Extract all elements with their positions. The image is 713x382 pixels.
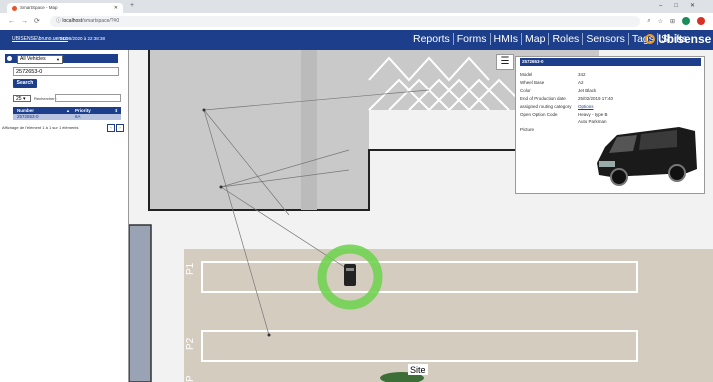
parking-label-p3: P	[185, 375, 196, 382]
menu-forms[interactable]: Forms	[452, 33, 490, 45]
table-header: Number ▲ Priority ⇕	[13, 107, 121, 114]
search-button[interactable]: Search	[13, 79, 37, 88]
app-header: UBISENSE\bruno.uemco 31/08/2020 à 22:38:…	[0, 30, 713, 50]
ubisense-logo-icon	[645, 34, 655, 44]
field-label: Model	[520, 72, 533, 77]
field-value: 25/02/2019 17:40	[578, 96, 614, 101]
page-size-value: 25	[16, 96, 22, 102]
url-host: localhost	[62, 18, 83, 24]
vehicle-type-value: All Vehicles	[20, 56, 46, 62]
table-row[interactable]: 2572653-0 6A	[13, 114, 121, 120]
vehicle-type-select[interactable]: All Vehicles ▼	[17, 55, 63, 64]
browser-tab-bar: SmartSpace - Map ✕ + –□✕	[0, 0, 713, 13]
site-favicon-icon	[12, 6, 17, 11]
browser-tab[interactable]: SmartSpace - Map ✕	[7, 3, 123, 13]
menu-roles[interactable]: Roles	[548, 33, 582, 45]
field-label: End of Production date	[520, 96, 566, 101]
vehicle-info-popup: 2572653-0 Model 342 Wheel Base A2 Color …	[515, 56, 705, 194]
site-label: Site	[410, 365, 426, 375]
chevron-down-icon: ▼	[56, 57, 60, 62]
brand-logo: Ubisense	[645, 32, 711, 46]
window-controls[interactable]: –□✕	[659, 2, 707, 9]
prev-page-button[interactable]: ‹	[107, 124, 115, 132]
menu-map[interactable]: Map	[521, 33, 548, 45]
column-priority[interactable]: Priority	[75, 107, 91, 114]
pagination: ‹ ›	[107, 124, 124, 132]
vehicle-type-bar: All Vehicles ▼	[5, 54, 118, 64]
zoom-icon[interactable]: ⌕	[647, 18, 650, 25]
table-search-label: Rechercher :	[34, 96, 57, 101]
popup-title: 2572653-0	[520, 58, 701, 66]
page-info: Affichage de l'élément 1 à 1 sur 1 éléme…	[2, 125, 79, 130]
menu-hmis[interactable]: HMIs	[489, 33, 522, 45]
field-value: A2	[578, 80, 584, 85]
table-search-input[interactable]	[55, 94, 121, 102]
row-priority: 6A	[75, 114, 81, 119]
vehicle-marker[interactable]	[344, 264, 356, 286]
field-value: Jet Black	[578, 88, 597, 93]
tab-title: SmartSpace - Map	[20, 5, 58, 10]
extension-icon[interactable]: ⊞	[670, 18, 675, 25]
parking-label-p1: P1	[185, 262, 196, 275]
track-point	[202, 108, 206, 112]
menu-reports[interactable]: Reports	[410, 33, 453, 45]
filter-icon[interactable]	[7, 56, 12, 61]
field-label: Wheel Base	[520, 80, 545, 85]
vehicle-picture	[597, 127, 697, 186]
new-tab-button[interactable]: +	[130, 2, 134, 9]
profile-avatar-icon[interactable]	[682, 17, 690, 25]
sort-icon[interactable]: ▲	[66, 107, 70, 114]
vehicle-filter-input[interactable]: 2572653-0	[13, 67, 119, 76]
close-tab-icon[interactable]: ✕	[114, 3, 118, 13]
next-page-button[interactable]: ›	[116, 124, 124, 132]
browser-nav-icons[interactable]: ←→⟳	[8, 17, 46, 25]
field-label: Picture	[520, 127, 535, 132]
left-panel: All Vehicles ▼ 2572653-0 Search 25 ▾ Rec…	[0, 50, 129, 382]
row-number: 2572653-0	[17, 114, 39, 119]
url-path: /smartspace/?#0	[82, 18, 120, 24]
star-icon[interactable]: ☆	[658, 18, 663, 25]
track-point	[219, 185, 223, 189]
header-datetime: 31/08/2020 à 22:38:38	[60, 36, 106, 41]
field-value: 342	[578, 72, 586, 77]
field-label: Color	[520, 88, 531, 93]
page-size-select[interactable]: 25 ▾	[13, 95, 31, 102]
brand-name: Ubisense	[658, 32, 712, 46]
field-label: Open Option Code	[520, 112, 558, 117]
list-view-icon[interactable]: ☰	[496, 54, 514, 70]
extension-red-icon[interactable]	[697, 17, 705, 25]
options-link[interactable]: Options	[578, 104, 594, 109]
side-building	[129, 225, 151, 382]
browser-extensions: ⌕ ☆ ⊞	[647, 17, 705, 25]
url-field[interactable]: ⓘ localhost/smartspace/?#0	[50, 16, 640, 27]
info-icon[interactable]: ⓘ	[56, 18, 61, 24]
address-bar-row: ←→⟳ ⓘ localhost/smartspace/?#0 ⌕ ☆ ⊞	[0, 13, 713, 31]
sort-both-icon[interactable]: ⇕	[115, 107, 118, 114]
menu-sensors[interactable]: Sensors	[582, 33, 628, 45]
track-point	[267, 333, 271, 337]
field-label: assigned routing category	[520, 104, 572, 109]
parking-label-p2: P2	[185, 337, 196, 350]
column-number[interactable]: Number	[17, 107, 34, 114]
